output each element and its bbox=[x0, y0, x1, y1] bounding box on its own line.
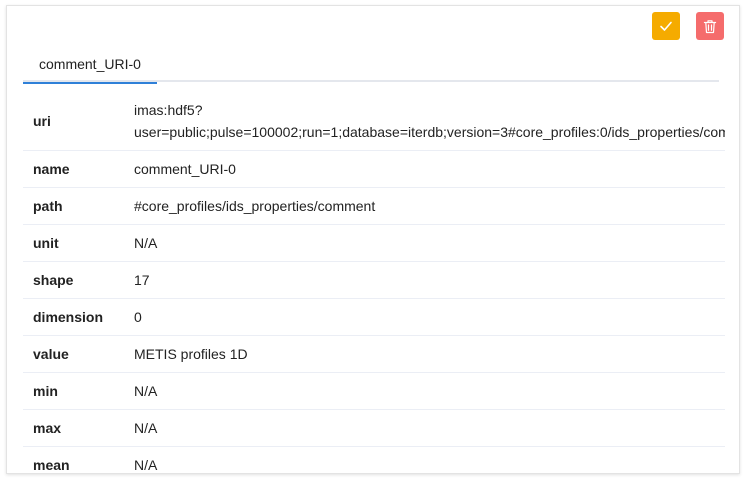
delete-button[interactable] bbox=[696, 12, 724, 40]
properties-panel: comment_URI-0 uri imas:hdf5? user=public… bbox=[6, 5, 740, 474]
tab-comment-uri-0[interactable]: comment_URI-0 bbox=[23, 46, 157, 84]
property-value: 0 bbox=[124, 298, 725, 336]
property-key: path bbox=[23, 187, 124, 225]
property-key: uri bbox=[23, 92, 124, 151]
uri-value-line-1: imas:hdf5? bbox=[134, 102, 203, 118]
property-value: comment_URI-0 bbox=[124, 150, 725, 188]
table-row-value: value METIS profiles 1D bbox=[23, 335, 725, 373]
table-row-min: min N/A bbox=[23, 372, 725, 410]
property-key: unit bbox=[23, 224, 124, 262]
property-key: mean bbox=[23, 446, 124, 473]
property-key: dimension bbox=[23, 298, 124, 336]
property-value: N/A bbox=[124, 224, 725, 262]
uri-value-line-2: user=public;pulse=100002;run=1;database=… bbox=[134, 124, 725, 140]
table-row-uri: uri imas:hdf5? user=public;pulse=100002;… bbox=[23, 92, 725, 151]
property-value: N/A bbox=[124, 372, 725, 410]
table-row-unit: unit N/A bbox=[23, 224, 725, 262]
property-key: min bbox=[23, 372, 124, 410]
table-row-max: max N/A bbox=[23, 409, 725, 447]
properties-table: uri imas:hdf5? user=public;pulse=100002;… bbox=[23, 92, 725, 473]
property-value: 17 bbox=[124, 261, 725, 299]
table-row-name: name comment_URI-0 bbox=[23, 150, 725, 188]
active-tab-indicator bbox=[23, 82, 157, 84]
property-value: #core_profiles/ids_properties/comment bbox=[124, 187, 725, 225]
property-value: imas:hdf5? user=public;pulse=100002;run=… bbox=[124, 92, 725, 151]
trash-icon bbox=[703, 19, 717, 33]
property-value: METIS profiles 1D bbox=[124, 335, 725, 373]
property-value: N/A bbox=[124, 409, 725, 447]
confirm-button[interactable] bbox=[652, 12, 680, 40]
tab-label: comment_URI-0 bbox=[39, 56, 141, 72]
property-key: shape bbox=[23, 261, 124, 299]
property-value: N/A bbox=[124, 446, 725, 473]
check-icon bbox=[660, 21, 672, 31]
property-key: value bbox=[23, 335, 124, 373]
table-row-mean: mean N/A bbox=[23, 446, 725, 473]
tab-bar: comment_URI-0 bbox=[23, 46, 719, 84]
table-row-path: path #core_profiles/ids_properties/comme… bbox=[23, 187, 725, 225]
table-row-dimension: dimension 0 bbox=[23, 298, 725, 336]
table-row-shape: shape 17 bbox=[23, 261, 725, 299]
property-key: name bbox=[23, 150, 124, 188]
property-key: max bbox=[23, 409, 124, 447]
